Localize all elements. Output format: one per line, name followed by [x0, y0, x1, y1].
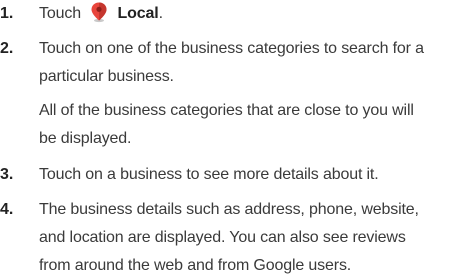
step-4: 4. The business details such as address,…: [0, 196, 472, 280]
step-2-number: 2.: [0, 40, 14, 57]
instruction-steps: 1. Touch Local. 2. Touch on one of the b…: [0, 0, 472, 280]
step-1-prefix: Touch: [39, 5, 81, 22]
step-2-line-2: particular business.: [39, 68, 174, 85]
step-2-note-line-2: be displayed.: [39, 130, 132, 147]
step-1-suffix: .: [158, 5, 163, 22]
step-4-line-3: from around the web and from Google user…: [39, 257, 352, 274]
step-3: 3. Touch on a business to see more detai…: [0, 161, 472, 189]
step-1-text: Touch Local.: [39, 0, 472, 28]
step-1-local-label: Local: [117, 5, 159, 22]
step-4-line-2: and location are displayed. You can also…: [39, 229, 406, 246]
step-2: 2. Touch on one of the business categori…: [0, 35, 472, 153]
step-1: 1. Touch Local.: [0, 0, 472, 28]
map-pin-icon: [87, 1, 111, 23]
step-2-note-line-1: All of the business categories that are …: [39, 102, 414, 119]
step-3-line-1: Touch on a business to see more details …: [39, 166, 379, 183]
step-1-number: 1.: [0, 5, 14, 22]
step-3-number: 3.: [0, 166, 14, 183]
step-2-line-1: Touch on one of the business categories …: [39, 40, 424, 57]
step-4-line-1: The business details such as address, ph…: [39, 201, 419, 218]
step-4-number: 4.: [0, 201, 14, 218]
